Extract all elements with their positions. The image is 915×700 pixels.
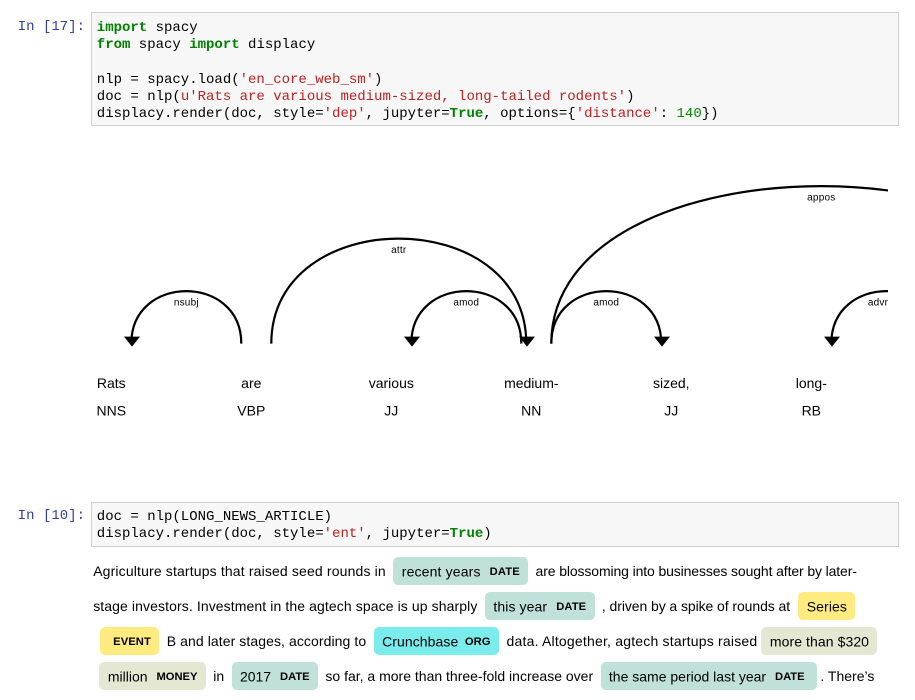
svg-text:sized,: sized, [653, 375, 690, 391]
svg-text:long-: long- [796, 375, 827, 391]
svg-text:RB: RB [802, 403, 821, 419]
svg-text:JJ: JJ [384, 403, 398, 419]
svg-text:Rats: Rats [97, 375, 126, 391]
svg-text:are: are [241, 375, 261, 391]
svg-text:amod: amod [593, 298, 619, 309]
svg-text:various: various [369, 375, 414, 391]
svg-text:JJ: JJ [664, 403, 678, 419]
svg-text:VBP: VBP [237, 403, 265, 419]
svg-text:NN: NN [521, 403, 541, 419]
svg-text:advmod: advmod [868, 298, 888, 309]
svg-text:medium-: medium- [504, 375, 559, 391]
svg-text:nsubj: nsubj [174, 298, 199, 309]
svg-text:attr: attr [391, 245, 407, 256]
svg-text:appos: appos [807, 193, 835, 204]
svg-text:NNS: NNS [97, 403, 127, 419]
svg-text:amod: amod [453, 298, 479, 309]
